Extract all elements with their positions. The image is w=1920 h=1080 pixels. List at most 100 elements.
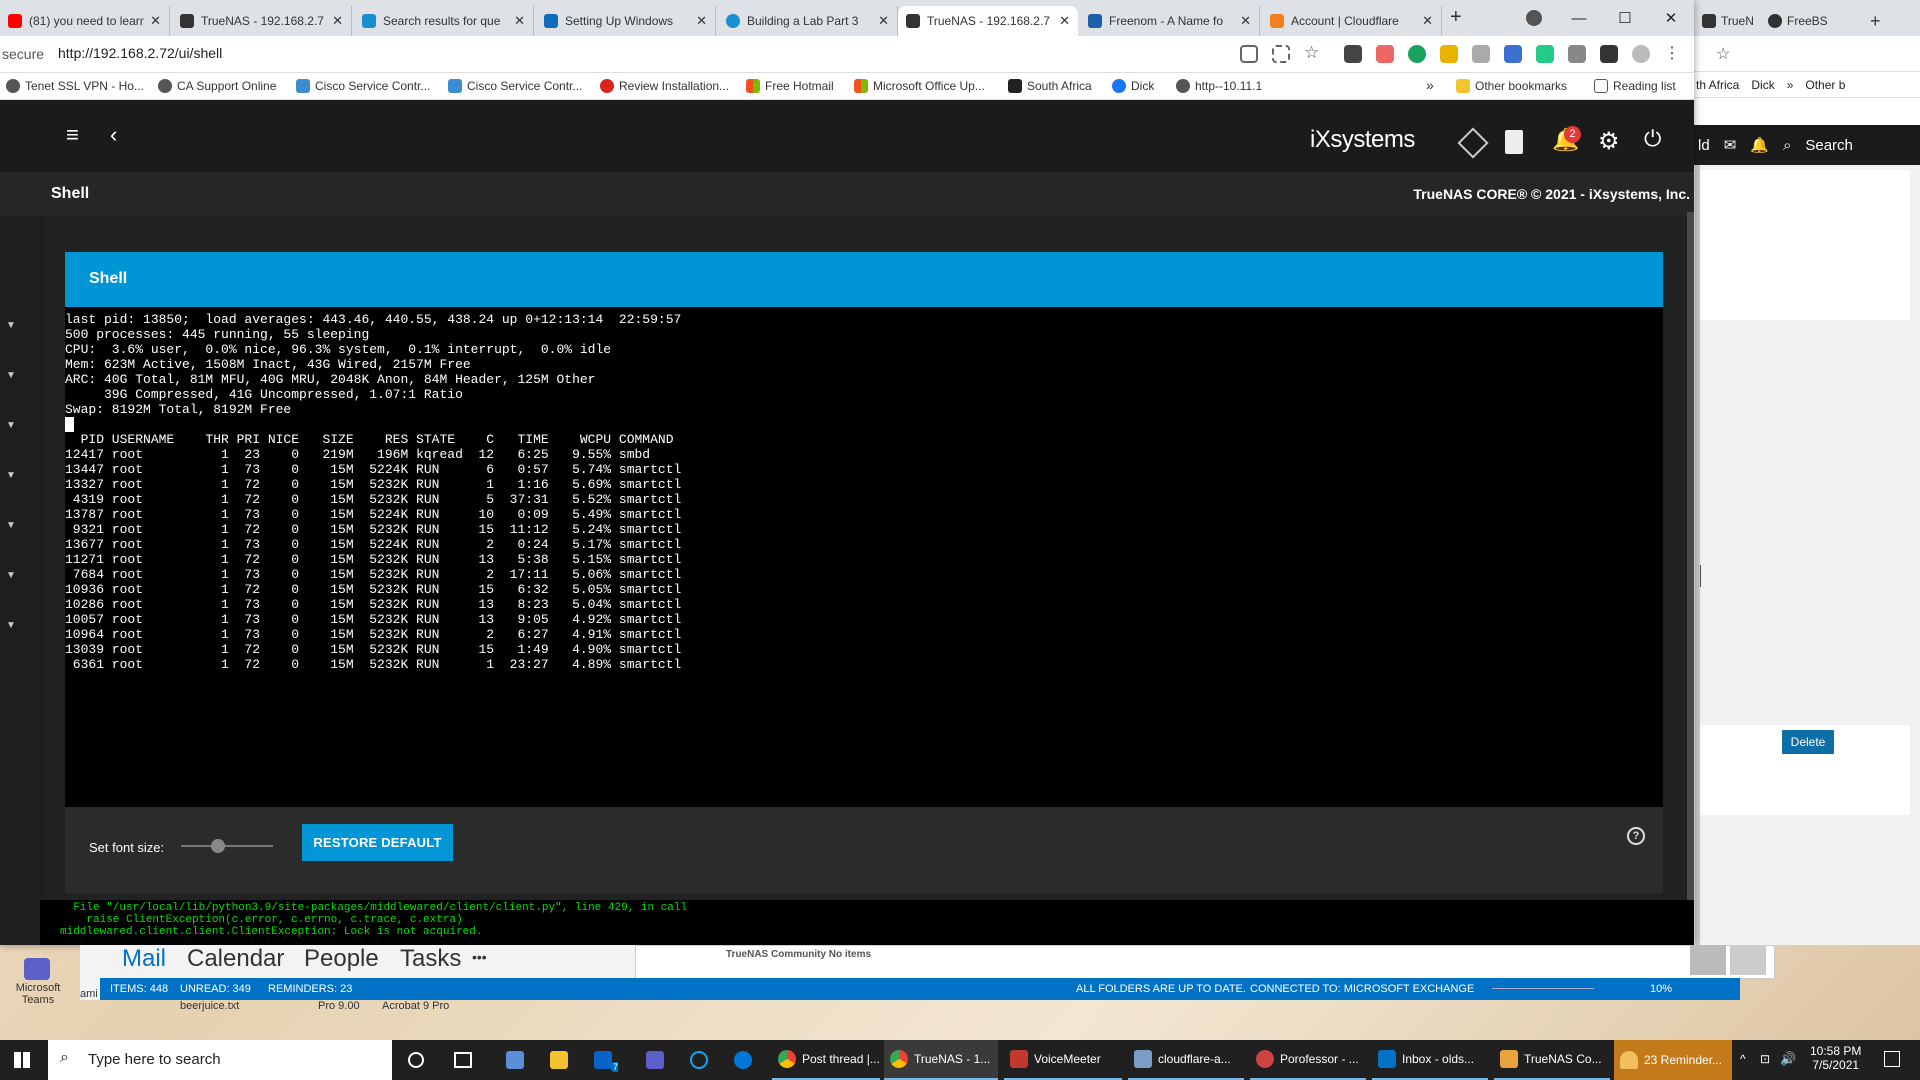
close-icon[interactable]: ✕ [332,13,343,29]
close-icon[interactable]: ✕ [514,13,525,29]
tab-cloudflare[interactable]: Account | Cloudflare ✕ [1262,6,1442,36]
bg-search-label[interactable]: Search [1805,137,1853,154]
nav-expand-icon[interactable]: ▼ [6,620,16,631]
grammarly-icon[interactable] [1408,45,1426,63]
taskbar-cortana-circle[interactable] [684,1040,714,1080]
bookmarks-overflow[interactable]: » [1426,77,1434,93]
bg-bookmarks-more[interactable]: » [1787,78,1794,92]
desktop-icon-beerjuice[interactable]: beerjuice.txt [180,1000,239,1012]
bg-tab-freebsd[interactable]: FreeBS [1760,6,1850,36]
security-indicator[interactable]: secure [2,46,44,62]
bg-bookmark-0[interactable]: th Africa [1696,78,1739,92]
mail-icon[interactable]: ✉ [1724,136,1737,154]
close-icon[interactable]: ✕ [696,13,707,29]
desktop-icon-ami[interactable]: ami [80,988,98,1000]
tab-setting-up-windows[interactable]: Setting Up Windows ✕ [536,6,716,36]
tab-search-icon[interactable] [1526,10,1542,26]
taskbar-voicemeeter[interactable]: VoiceMeeter [1004,1040,1122,1080]
star-icon[interactable]: ☆ [1716,44,1730,64]
extension-icon[interactable] [1376,45,1394,63]
bg-bookmark-1[interactable]: Dick [1751,78,1774,92]
new-tab-button[interactable]: + [1450,6,1462,29]
tab-youtube[interactable]: (81) you need to learn ✕ [0,6,170,36]
taskbar-clock[interactable]: 10:58 PM 7/5/2021 [1810,1044,1861,1072]
puzzle-icon[interactable] [1600,45,1618,63]
bookmark-6[interactable]: Microsoft Office Up... [854,79,985,93]
profile-avatar[interactable] [1632,45,1650,63]
taskbar-chrome-post-thread[interactable]: Post thread |... [772,1040,880,1080]
bookmark-9[interactable]: http--10.11.1 [1176,79,1262,93]
taskbar-chrome-truenas[interactable]: TrueNAS - 1... [884,1040,998,1080]
restore-default-button[interactable]: RESTORE DEFAULT [302,824,453,861]
maximize-button[interactable]: ☐ [1602,0,1648,36]
menu-kebab-icon[interactable]: ⋮ [1664,43,1682,62]
nav-expand-icon[interactable]: ▼ [6,470,16,481]
search-icon[interactable]: ⌕ [1783,137,1791,154]
extension-icon[interactable] [1440,45,1458,63]
taskbar-file-explorer[interactable] [544,1040,574,1080]
nav-expand-icon[interactable]: ▼ [6,370,16,381]
close-icon[interactable]: ✕ [1059,13,1070,29]
power-icon[interactable]: ⏻ [1644,126,1661,152]
minimize-button[interactable]: — [1556,0,1602,36]
tab-building-lab[interactable]: Building a Lab Part 3 ✕ [718,6,898,36]
desktop-icon-acrobat[interactable]: Acrobat 9 Pro [382,1000,449,1012]
nav-expand-icon[interactable]: ▼ [6,520,16,531]
bg-bookmark-other[interactable]: Other b [1805,78,1845,92]
extension-icon[interactable] [1504,45,1522,63]
tab-freenom[interactable]: Freenom - A Name fo ✕ [1080,6,1260,36]
taskbar-app-outlook-alt[interactable] [500,1040,530,1080]
font-size-slider[interactable] [181,839,273,853]
qr-icon[interactable] [1272,45,1290,63]
outlook-nav-tasks[interactable]: Tasks [400,945,461,973]
action-center-icon[interactable] [1884,1051,1900,1067]
page-scrollbar[interactable] [1687,212,1694,945]
delete-button[interactable]: Delete [1782,730,1834,754]
collapse-chevron-icon[interactable]: ‹ [110,122,117,148]
volume-icon[interactable]: 🔊 [1780,1051,1796,1067]
taskbar-search[interactable]: ⌕ Type here to search [48,1040,392,1080]
bookmark-8[interactable]: Dick [1112,79,1154,93]
nav-expand-icon[interactable]: ▼ [6,420,16,431]
taskbar-teams[interactable] [640,1040,670,1080]
teams-icon[interactable] [24,958,50,980]
tab-search-results[interactable]: Search results for que ✕ [354,6,534,36]
taskbar-outlook-inbox[interactable]: Inbox - olds... [1372,1040,1488,1080]
bookmark-star-icon[interactable]: ☆ [1304,43,1322,62]
taskbar-porofessor[interactable]: Porofessor - ... [1250,1040,1366,1080]
task-view-icon[interactable] [454,1052,472,1068]
bg-tab-truenas[interactable]: TrueNA [1694,6,1754,36]
hamburger-menu-icon[interactable]: ≡ [66,124,79,146]
tab-truenas-1[interactable]: TrueNAS - 192.168.2.7 ✕ [172,6,352,36]
extension-icon[interactable] [1472,45,1490,63]
nav-expand-icon[interactable]: ▼ [6,570,16,581]
outlook-nav-calendar[interactable]: Calendar [187,945,284,973]
url-field[interactable]: http://192.168.2.72/ui/shell [58,45,222,61]
extension-icon[interactable] [1536,45,1554,63]
truecommand-icon[interactable] [1457,127,1489,159]
bookmark-1[interactable]: CA Support Online [158,79,276,93]
outlook-nav-more[interactable]: ••• [472,949,487,965]
extension-icon[interactable] [1568,45,1586,63]
help-icon[interactable]: ? [1627,827,1645,845]
network-icon[interactable]: ⊡ [1760,1052,1770,1066]
bg-new-tab-button[interactable]: + [1862,6,1889,36]
nav-expand-icon[interactable]: ▼ [6,320,16,331]
cast-icon[interactable] [1240,45,1258,63]
taskbar-cloudflare[interactable]: cloudflare-a... [1128,1040,1244,1080]
close-icon[interactable]: ✕ [878,13,889,29]
outlook-nav-people[interactable]: People [304,945,379,973]
bookmark-3[interactable]: Cisco Service Contr... [448,79,582,93]
taskbar-reminders[interactable]: 23 Reminder... [1614,1040,1732,1080]
status-reminders[interactable]: REMINDERS: 23 [268,983,352,995]
close-window-button[interactable]: ✕ [1648,0,1694,36]
other-bookmarks[interactable]: Other bookmarks [1456,79,1567,93]
taskbar-mail[interactable]: 73 [588,1040,618,1080]
settings-gear-icon[interactable]: ⚙ [1598,127,1620,156]
taskbar-edge[interactable] [728,1040,758,1080]
font-size-slider-handle[interactable] [210,839,225,853]
desktop-icon-teams[interactable]: Microsoft Teams [2,982,74,1006]
close-icon[interactable]: ✕ [150,13,161,29]
desktop-icon-pro[interactable]: Pro 9.00 [318,1000,360,1012]
bell-icon[interactable]: 🔔 [1750,136,1769,154]
